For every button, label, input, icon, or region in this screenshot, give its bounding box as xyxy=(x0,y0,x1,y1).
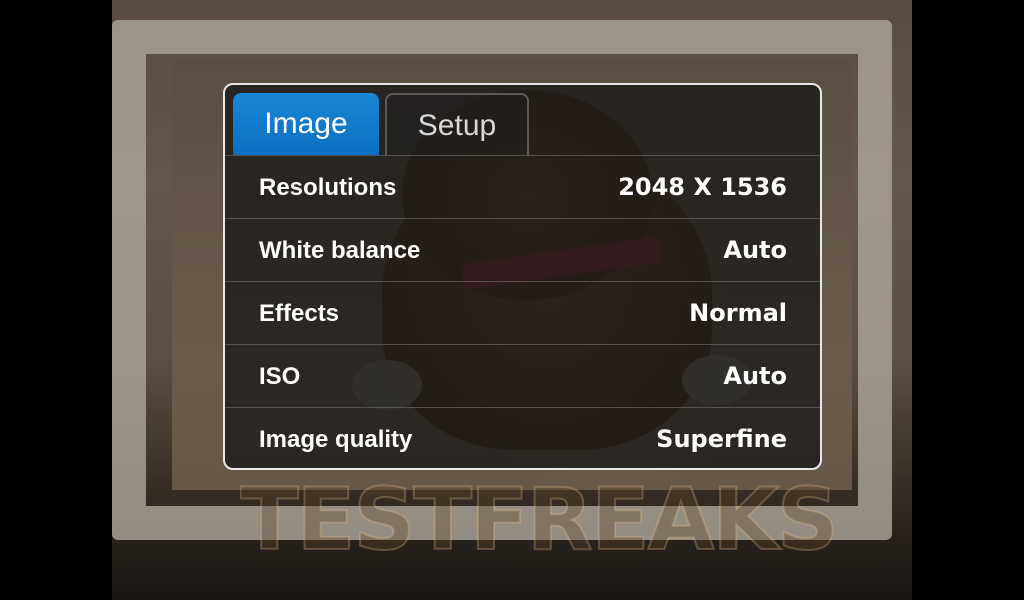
setting-label: Image quality xyxy=(259,426,413,453)
settings-list: Resolutions 2048 X 1536 White balance Au… xyxy=(225,155,820,468)
tab-image[interactable]: Image xyxy=(233,93,379,155)
setting-value: 2048 X 1536 xyxy=(618,173,787,201)
tab-setup[interactable]: Setup xyxy=(385,93,529,155)
setting-value: Auto xyxy=(723,236,787,264)
camera-settings-panel: Image Setup Resolutions 2048 X 1536 Whit… xyxy=(223,83,822,470)
setting-row-white-balance[interactable]: White balance Auto xyxy=(225,218,820,281)
setting-label: ISO xyxy=(259,363,301,390)
setting-label: Resolutions xyxy=(259,174,397,201)
setting-value: Superfine xyxy=(656,425,787,453)
setting-value: Auto xyxy=(723,362,787,390)
setting-value: Normal xyxy=(689,299,787,327)
setting-row-effects[interactable]: Effects Normal xyxy=(225,281,820,344)
settings-tabs: Image Setup xyxy=(225,85,820,155)
setting-label: White balance xyxy=(259,237,421,264)
setting-row-iso[interactable]: ISO Auto xyxy=(225,344,820,407)
setting-label: Effects xyxy=(259,300,340,327)
watermark-logo: TESTFREAKS xyxy=(240,470,840,570)
setting-row-image-quality[interactable]: Image quality Superfine xyxy=(225,407,820,468)
setting-row-resolutions[interactable]: Resolutions 2048 X 1536 xyxy=(225,155,820,218)
